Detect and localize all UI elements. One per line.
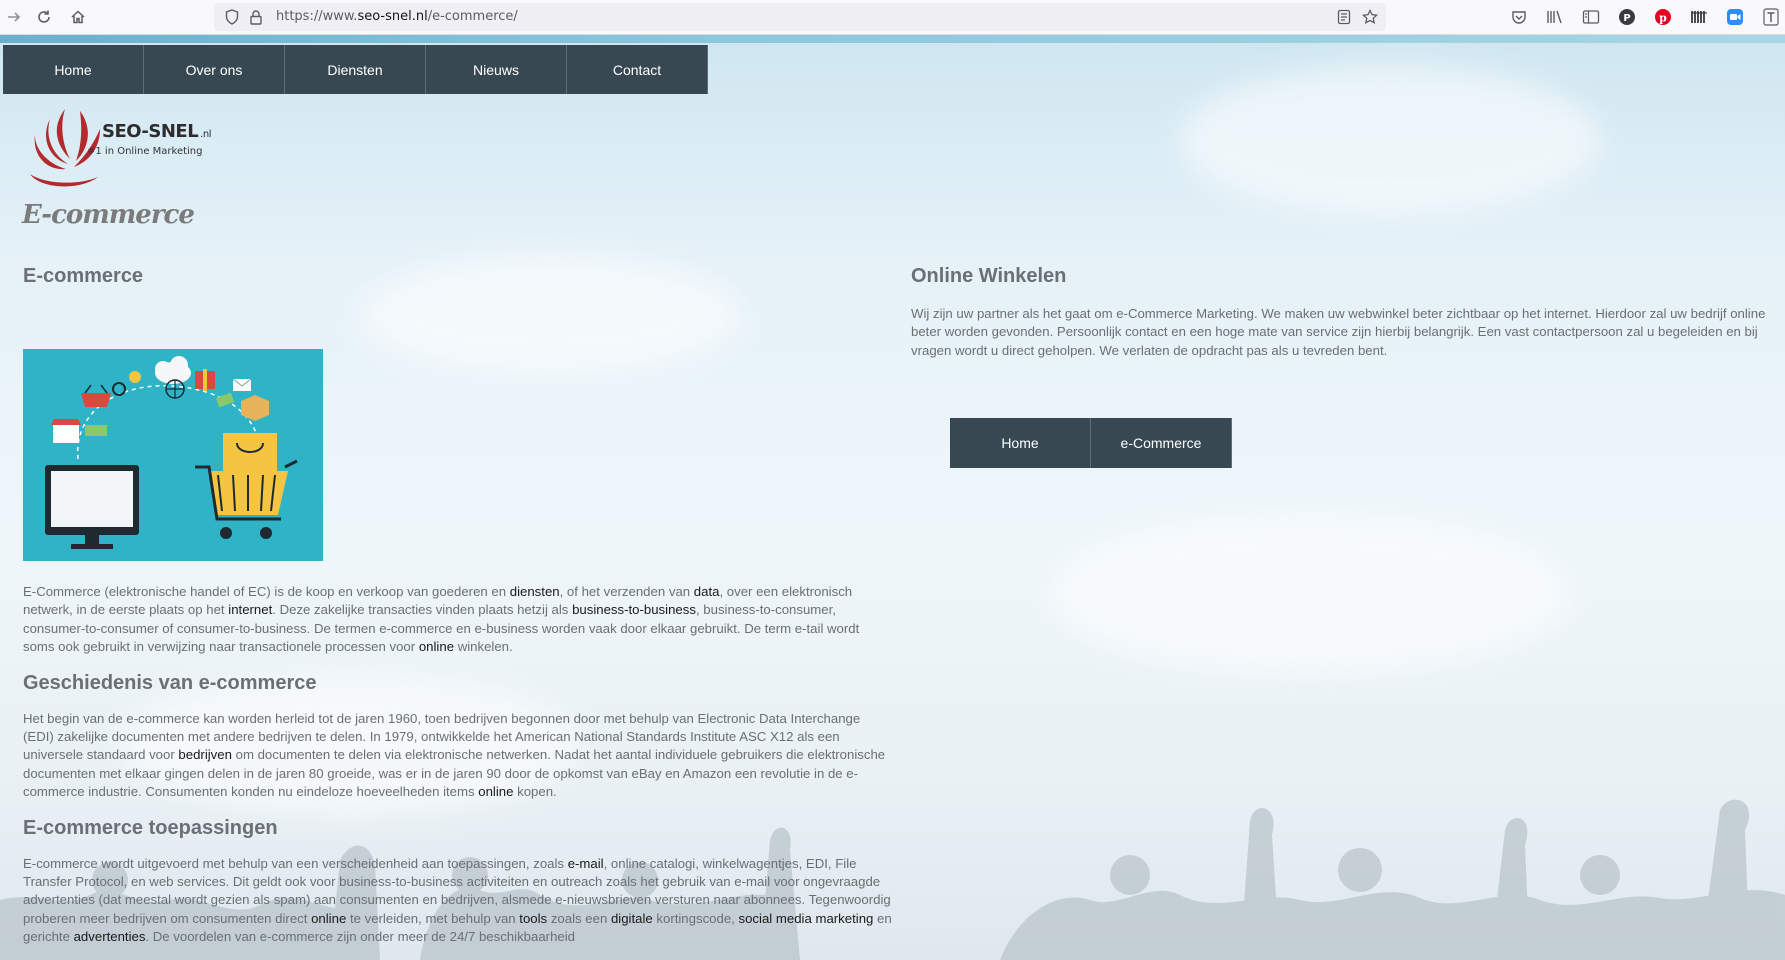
nav-home[interactable]: Home: [3, 45, 144, 94]
site-logo[interactable]: SEO-SNEL .nl #1 in Online Marketing: [20, 99, 240, 199]
lock-icon[interactable]: [246, 7, 266, 27]
svg-text:P: P: [1623, 13, 1630, 24]
nav-nieuws-label: Nieuws: [473, 61, 519, 78]
top-color-strip: [0, 35, 1785, 43]
nav-over-ons[interactable]: Over ons: [144, 45, 285, 94]
nav-diensten[interactable]: Diensten: [285, 45, 426, 94]
link-social-media-marketing[interactable]: social media marketing: [739, 911, 874, 926]
section-heading-toepassingen: E-commerce toepassingen: [23, 816, 278, 839]
subnav-home-label: Home: [1001, 435, 1039, 451]
link-online[interactable]: online: [311, 911, 346, 926]
link-tools[interactable]: tools: [519, 911, 547, 926]
link-online[interactable]: online: [478, 784, 513, 799]
link-online[interactable]: online: [419, 639, 454, 654]
page-title: E-commerce: [22, 200, 195, 230]
nav-over-ons-label: Over ons: [185, 61, 243, 78]
nav-diensten-label: Diensten: [327, 61, 383, 78]
subnav-home[interactable]: Home: [950, 418, 1091, 468]
link-advertenties[interactable]: advertenties: [74, 929, 146, 944]
reader-view-icon[interactable]: [1334, 7, 1354, 27]
ecommerce-section: E-Commerce (elektronische handel of EC) …: [23, 583, 893, 947]
shopping-illustration-image: [45, 356, 298, 549]
nav-nieuws[interactable]: Nieuws: [426, 45, 567, 94]
sidebar-icon[interactable]: [1581, 7, 1601, 27]
sub-navigation: Home e-Commerce: [950, 418, 1232, 468]
url-text: https://www.seo-snel.nl/e-commerce/: [276, 9, 518, 24]
main-navigation: Home Over ons Diensten Nieuws Contact: [3, 45, 708, 94]
nav-home-label: Home: [54, 61, 92, 78]
ecommerce-paragraph: E-Commerce (elektronische handel of EC) …: [23, 584, 860, 655]
subnav-e-commerce-label: e-Commerce: [1120, 435, 1202, 451]
address-bar[interactable]: https://www.seo-snel.nl/e-commerce/: [214, 3, 1386, 31]
reload-icon[interactable]: [32, 5, 56, 29]
link-bedrijven[interactable]: bedrijven: [178, 747, 232, 762]
link-digitale[interactable]: digitale: [611, 911, 653, 926]
shield-icon[interactable]: [222, 7, 242, 27]
text-extension-icon[interactable]: [1761, 7, 1781, 27]
ecommerce-illustration: [23, 349, 323, 561]
profile-p-icon[interactable]: P: [1617, 7, 1637, 27]
link-data[interactable]: data: [694, 584, 720, 599]
bookmark-star-icon[interactable]: [1360, 7, 1380, 27]
background-cloud: [1050, 515, 1570, 675]
online-winkelen-paragraph: Wij zijn uw partner als het gaat om e-Co…: [911, 306, 1766, 358]
section-heading-ecommerce: E-commerce: [23, 265, 144, 287]
section-heading-online-winkelen: Online Winkelen: [911, 265, 1067, 287]
geschiedenis-paragraph: Het begin van de e-commerce kan worden h…: [23, 710, 886, 800]
zoom-extension-icon[interactable]: [1725, 7, 1745, 27]
link-e-mail[interactable]: e-mail: [568, 856, 604, 871]
logo-tagline: #1 in Online Marketing: [87, 146, 203, 157]
sidebar-content: Online Winkelen Wij zijn uw partner als …: [911, 265, 1771, 360]
background-cloud: [1180, 65, 1600, 215]
pinterest-icon[interactable]: p: [1653, 7, 1673, 27]
logo-name: SEO-SNEL .nl: [102, 121, 211, 142]
link-business-to-business[interactable]: business-to-business: [572, 602, 696, 617]
main-content: E-commerce: [23, 265, 893, 288]
toepassingen-paragraph: E-commerce wordt uitgevoerd met behulp v…: [23, 855, 892, 945]
link-internet[interactable]: internet: [228, 602, 272, 617]
subnav-e-commerce[interactable]: e-Commerce: [1091, 418, 1232, 468]
section-heading-geschiedenis: Geschiedenis van e-commerce: [23, 671, 317, 694]
nav-contact[interactable]: Contact: [567, 45, 708, 94]
pocket-icon[interactable]: [1509, 7, 1529, 27]
link-diensten[interactable]: diensten: [510, 584, 560, 599]
library-icon[interactable]: [1545, 7, 1565, 27]
barcode-icon[interactable]: [1689, 7, 1709, 27]
webpage: Home Over ons Diensten Nieuws Contact SE…: [0, 35, 1785, 960]
nav-contact-label: Contact: [612, 61, 662, 78]
browser-toolbar: https://www.seo-snel.nl/e-commerce/ P p: [0, 0, 1785, 35]
home-icon[interactable]: [66, 5, 90, 29]
svg-text:p: p: [1659, 12, 1667, 25]
forward-icon[interactable]: [2, 5, 26, 29]
